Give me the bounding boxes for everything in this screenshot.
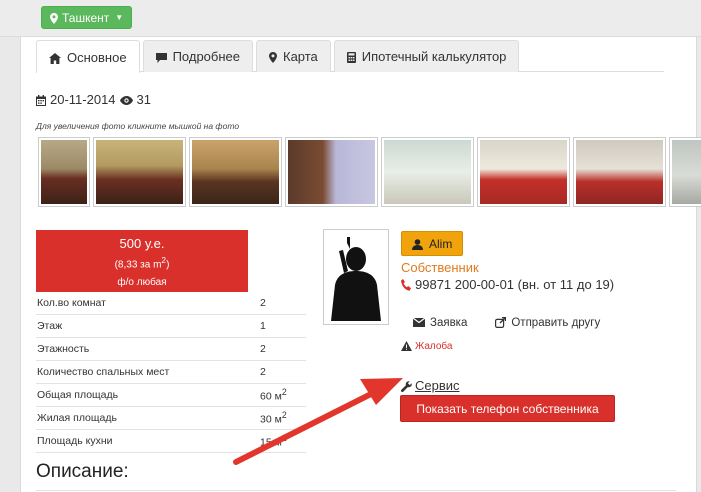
listing-date: 20-11-2014 [50,92,116,107]
service-link[interactable]: Сервис [401,378,460,393]
table-row: Этажность 2 [36,338,306,361]
table-row: Этаж 1 [36,315,306,338]
eye-icon [119,92,133,107]
owner-phone: 99871 200-00-01 (вн. от 11 до 19) [401,277,614,292]
comment-icon [155,49,167,64]
photo-thumbnail[interactable] [38,137,90,207]
photo-thumbnail[interactable] [573,137,666,207]
home-icon [49,50,61,65]
owner-role: Собственник [401,260,479,275]
price-per-m2: (8,33 за m2) [114,255,170,271]
photo-hint: Для увеличения фото кликните мышкой на ф… [36,121,240,131]
tab-label: Основное [67,49,127,65]
wrench-icon [401,378,412,393]
calendar-icon [36,92,46,107]
listing-meta: 20-11-2014 31 [36,92,151,107]
complaint-link[interactable]: Жалоба [401,341,452,352]
caret-down-icon: ▼ [115,13,124,22]
request-link[interactable]: Заявка [413,317,467,329]
calculator-icon [346,49,356,64]
envelope-icon [413,317,425,329]
warning-icon [401,341,412,352]
table-row: Количество спальных мест 2 [36,361,306,384]
tab-mortgage-calculator[interactable]: Ипотечный калькулятор [333,40,520,72]
photo-thumbnail[interactable] [477,137,570,207]
table-row: Кол.во комнат 2 [36,292,306,315]
photo-thumbnail[interactable] [381,137,474,207]
action-links: Заявка Отправить другу [413,317,600,329]
tab-label: Карта [283,49,318,64]
send-to-friend-link[interactable]: Отправить другу [495,317,600,329]
tab-details[interactable]: Подробнее [142,40,253,72]
tab-bar: Основное Подробнее Карта Ипотечный кальк… [36,40,664,73]
owner-name: Alim [429,236,453,251]
tab-main[interactable]: Основное [36,40,140,73]
price-value: 500 у.е. [119,236,165,251]
photo-thumbnail[interactable] [189,137,282,207]
photo-thumbnail[interactable] [669,137,701,207]
photo-gallery [38,137,701,207]
table-row: Общая площадь 60 м2 [36,384,306,407]
share-icon [495,317,507,329]
photo-thumbnail[interactable] [285,137,378,207]
description-heading: Описание: [36,461,129,482]
photo-thumbnail[interactable] [93,137,186,207]
tab-label: Подробнее [172,49,240,64]
listing-page: Основное Подробнее Карта Ипотечный кальк… [20,37,701,492]
view-count: 31 [136,92,152,107]
user-icon [412,237,423,251]
show-owner-phone-button[interactable]: Показать телефон собственника [400,395,615,422]
top-bar: Ташкент ▼ [0,0,701,37]
map-marker-icon [269,49,277,64]
city-label: Ташкент [62,10,110,25]
tab-label: Ипотечный калькулятор [361,49,507,64]
map-marker-icon [50,11,58,25]
price-box: 500 у.е. (8,33 за m2) ф/о любая [36,230,248,292]
owner-avatar [323,229,389,325]
owner-name-button[interactable]: Alim [401,231,464,256]
city-select-button[interactable]: Ташкент ▼ [41,6,133,29]
divider [36,490,676,491]
phone-icon [401,278,411,292]
phone-number: 99871 200-00-01 (вн. от 11 до 19) [415,277,615,292]
tab-map[interactable]: Карта [256,40,331,72]
table-row: Площадь кухни 15 м2 [36,430,306,453]
table-row: Жилая площадь 30 м2 [36,407,306,430]
spec-table: Кол.во комнат 2 Этаж 1 Этажность 2 Количест… [36,292,306,453]
payment-form: ф/о любая [117,277,167,289]
